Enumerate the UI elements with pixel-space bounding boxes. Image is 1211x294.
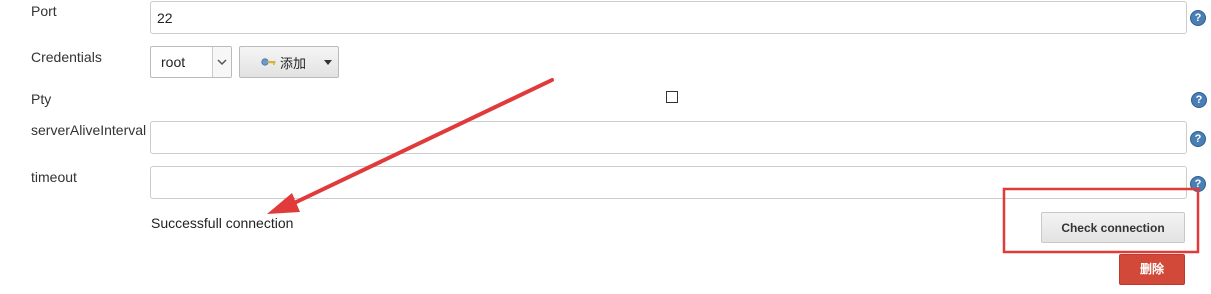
credentials-label: Credentials [31, 49, 102, 65]
help-icon[interactable]: ? [1190, 10, 1206, 26]
caret-down-icon [324, 59, 333, 65]
pty-checkbox[interactable] [666, 91, 678, 103]
port-label: Port [31, 3, 57, 19]
help-icon[interactable]: ? [1190, 176, 1206, 192]
connection-status-message: Successfull connection [151, 215, 294, 231]
pty-label: Pty [31, 91, 52, 107]
help-icon[interactable]: ? [1191, 92, 1207, 108]
server-alive-interval-input[interactable] [150, 121, 1187, 154]
chevron-down-icon [212, 47, 231, 77]
server-alive-interval-label: serverAliveInterval [31, 122, 147, 138]
delete-button[interactable]: 删除 [1119, 254, 1185, 285]
help-icon[interactable]: ? [1190, 131, 1206, 147]
credentials-selected-value: root [161, 54, 186, 70]
timeout-label: timeout [31, 169, 77, 185]
credentials-select[interactable]: root [150, 46, 232, 78]
timeout-input[interactable] [150, 166, 1187, 199]
check-connection-button[interactable]: Check connection [1041, 212, 1185, 243]
add-credentials-button[interactable]: 添加 [239, 46, 339, 78]
add-credentials-label: 添加 [280, 55, 307, 71]
port-input[interactable] [150, 1, 1187, 34]
key-icon [261, 57, 277, 67]
